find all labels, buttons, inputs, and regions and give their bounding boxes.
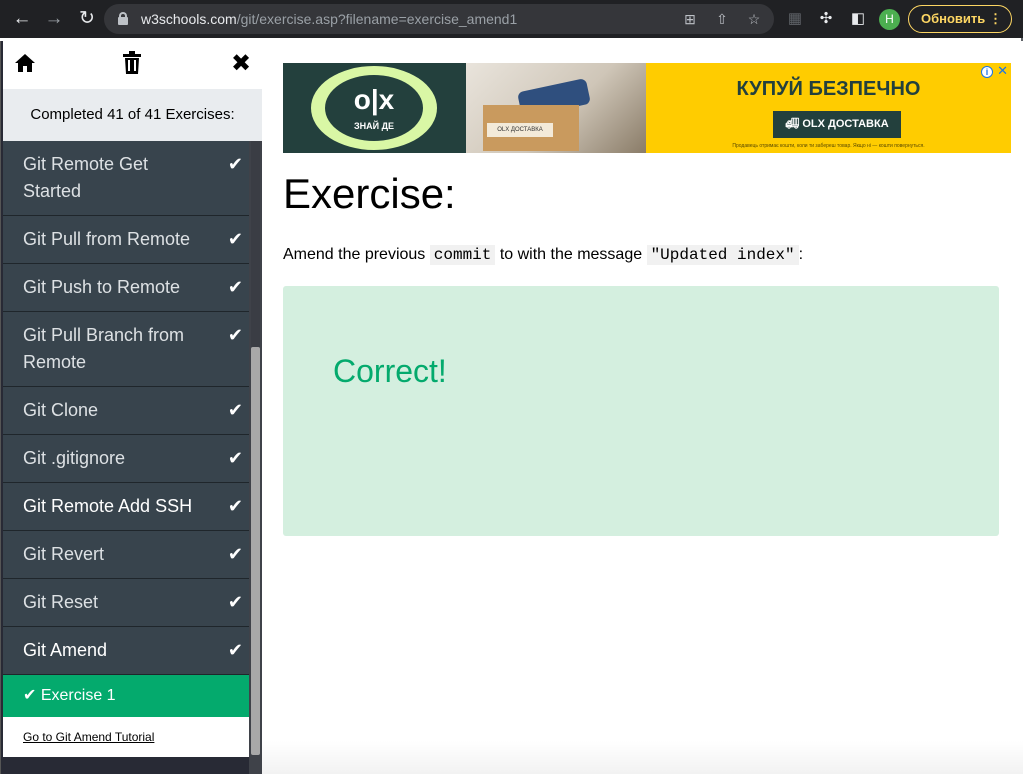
- exercise-instruction: Amend the previous commit to with the me…: [283, 245, 804, 265]
- ad-info-icon[interactable]: i: [981, 66, 993, 78]
- avatar[interactable]: Н: [879, 9, 900, 30]
- tutorial-link[interactable]: Go to Git Amend Tutorial: [23, 730, 154, 744]
- olx-logo: o|x: [353, 84, 395, 115]
- ad-headline: КУПУЙ БЕЗПЕЧНО: [736, 78, 921, 100]
- lock-icon[interactable]: [118, 12, 128, 25]
- bottom-shade: [262, 741, 1023, 774]
- page-title: Exercise:: [283, 170, 456, 217]
- sidebar-item-git-remote-add-ssh[interactable]: Git Remote Add SSH ✔: [3, 483, 249, 531]
- completed-count: Completed 41 of 41 Exercises:: [3, 89, 262, 141]
- ad-fine-print: Продавець отримає кошти, коли ти забереш…: [732, 143, 925, 149]
- browser-toolbar: ← → ↻ w3schools.com/git/exercise.asp?fil…: [0, 0, 1023, 38]
- checkmark-icon: ✔: [227, 496, 243, 516]
- update-button[interactable]: Обновить ⋮: [908, 5, 1012, 33]
- sidebar-item-git-clone[interactable]: Git Clone ✔: [3, 387, 249, 435]
- side-panel-icon[interactable]: ◧: [848, 9, 868, 29]
- share-icon[interactable]: ⇧: [713, 10, 731, 28]
- checkmark-icon: ✔: [227, 154, 243, 174]
- ad-tagline: ЗНАЙ ДЕ: [353, 121, 395, 131]
- exercise-list: Git Remote Get Started ✔ Git Pull from Re…: [3, 141, 249, 757]
- advertisement-banner[interactable]: o|x ЗНАЙ ДЕ OLX ДОСТАВКА КУПУЙ БЕЗПЕЧНО …: [283, 63, 1011, 153]
- code-message: "Updated index": [646, 245, 799, 265]
- code-commit: commit: [429, 245, 496, 265]
- truck-icon: 🚚︎: [785, 118, 803, 130]
- sidebar-item-git-remote-get-started[interactable]: Git Remote Get Started ✔: [3, 141, 249, 216]
- sidebar-item-git-revert[interactable]: Git Revert ✔: [3, 531, 249, 579]
- puzzle-icon[interactable]: ✣: [816, 9, 836, 29]
- update-button-label: Обновить: [921, 11, 986, 26]
- url-text[interactable]: w3schools.com/git/exercise.asp?filename=…: [141, 11, 517, 27]
- checkmark-icon: ✔: [227, 400, 243, 420]
- ad-close-icon[interactable]: ✕: [997, 64, 1008, 78]
- address-bar[interactable]: w3schools.com/git/exercise.asp?filename=…: [104, 4, 774, 34]
- result-panel: Correct!: [283, 286, 999, 536]
- sidebar-item-git-pull-branch-from-remote[interactable]: Git Pull Branch from Remote ✔: [3, 312, 249, 387]
- sidebar-item-git-reset[interactable]: Git Reset ✔: [3, 579, 249, 627]
- star-icon[interactable]: ☆: [745, 10, 763, 28]
- main-content: o|x ЗНАЙ ДЕ OLX ДОСТАВКА КУПУЙ БЕЗПЕЧНО …: [262, 41, 1023, 774]
- close-icon[interactable]: ✖: [228, 51, 254, 77]
- checkmark-icon: ✔: [227, 448, 243, 468]
- back-arrow-icon[interactable]: ←: [9, 6, 35, 32]
- sidebar-item-git-push-to-remote[interactable]: Git Push to Remote ✔: [3, 264, 249, 312]
- sidebar-item-exercise-1[interactable]: ✔ Exercise 1: [3, 675, 249, 717]
- ad-box-label: OLX ДОСТАВКА: [487, 123, 553, 137]
- checkmark-icon: ✔: [227, 592, 243, 612]
- home-icon[interactable]: [12, 51, 38, 77]
- checkmark-icon: ✔: [227, 325, 243, 345]
- three-dots-icon[interactable]: ⋮: [989, 6, 1002, 32]
- checkmark-icon: ✔: [23, 687, 41, 704]
- ad-cta-button[interactable]: 🚚︎ OLX ДОСТАВКА: [773, 111, 901, 138]
- sidebar-item-git-gitignore[interactable]: Git .gitignore ✔: [3, 435, 249, 483]
- scrollbar-track: [251, 141, 260, 347]
- checkmark-icon: ✔: [227, 229, 243, 249]
- checkmark-icon: ✔: [227, 544, 243, 564]
- scrollbar-thumb[interactable]: [251, 347, 260, 755]
- checkmark-icon: ✔: [227, 640, 243, 660]
- extension-tile-icon[interactable]: ▦: [785, 9, 805, 29]
- result-message: Correct!: [333, 353, 447, 389]
- reload-icon[interactable]: ↻: [74, 6, 100, 32]
- translate-icon[interactable]: ⊞: [681, 10, 699, 28]
- checkmark-icon: ✔: [227, 277, 243, 297]
- sidebar-item-git-pull-from-remote[interactable]: Git Pull from Remote ✔: [3, 216, 249, 264]
- forward-arrow-icon[interactable]: →: [41, 6, 67, 32]
- sidebar-toolbar: ✖: [3, 41, 262, 89]
- trash-icon[interactable]: [119, 51, 145, 77]
- exercise-sidebar: ✖ Completed 41 of 41 Exercises: Git Remo…: [0, 41, 262, 774]
- sidebar-item-git-amend[interactable]: Git Amend ✔: [3, 627, 249, 675]
- ad-text-panel: КУПУЙ БЕЗПЕЧНО 🚚︎ OLX ДОСТАВКА Продавець…: [646, 63, 1011, 153]
- tutorial-link-container: Go to Git Amend Tutorial: [3, 717, 249, 757]
